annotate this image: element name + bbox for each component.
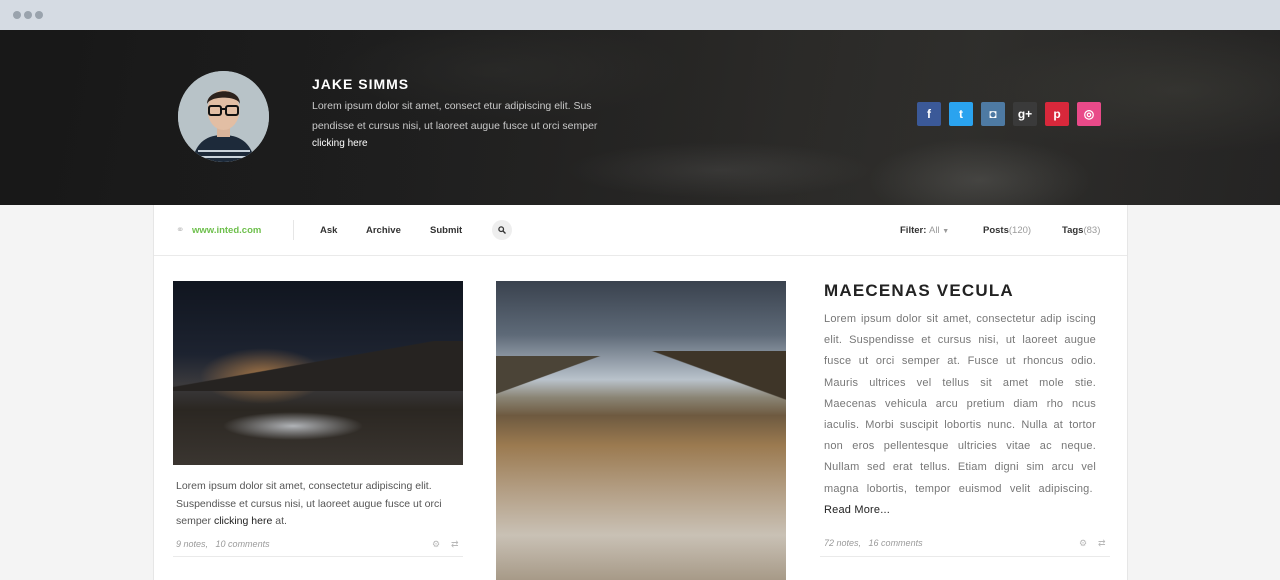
reblog-icon[interactable]: ⇄ <box>1098 538 1106 549</box>
window-dot-icon <box>35 11 43 19</box>
browser-chrome <box>0 0 1280 30</box>
read-more-link[interactable]: Read More... <box>824 504 890 516</box>
window-dot-icon <box>24 11 32 19</box>
settings-icon[interactable]: ⚙ <box>1079 538 1087 549</box>
comments-count[interactable]: 10 comments <box>216 539 270 549</box>
nav-divider <box>293 220 294 240</box>
nav-submit[interactable]: Submit <box>430 225 462 236</box>
filter-dropdown[interactable]: Filter: All ▼ <box>900 225 949 236</box>
post-body: Lorem ipsum dolor sit amet, consectetur … <box>824 309 1096 521</box>
avatar[interactable] <box>178 71 269 162</box>
profile-header: JAKE SIMMS Lorem ipsum dolor sit amet, c… <box>0 30 1280 205</box>
search-icon <box>498 226 506 234</box>
caret-down-icon: ▼ <box>942 228 950 235</box>
post-meta: 9 notes, 10 comments <box>176 539 270 549</box>
comments-count[interactable]: 16 comments <box>869 538 923 548</box>
nav-archive[interactable]: Archive <box>366 225 401 236</box>
social-links: f t ◘ g+ p ◎ <box>917 102 1101 126</box>
facebook-icon[interactable]: f <box>917 102 941 126</box>
notes-count[interactable]: 9 notes, <box>176 539 208 549</box>
post-excerpt: Lorem ipsum dolor sit amet, consectetur … <box>176 478 451 531</box>
profile-bio: Lorem ipsum dolor sit amet, consect etur… <box>312 100 598 132</box>
profile-link[interactable]: clicking here <box>312 138 368 149</box>
settings-icon[interactable]: ⚙ <box>432 539 440 550</box>
post-title[interactable]: MAECENAS VECULA <box>824 281 1014 301</box>
site-link[interactable]: www.inted.com <box>192 225 261 236</box>
instagram-icon[interactable]: ◘ <box>981 102 1005 126</box>
tags-count: (83) <box>1083 225 1101 236</box>
pinterest-icon[interactable]: p <box>1045 102 1069 126</box>
window-dot-icon <box>13 11 21 19</box>
posts-link[interactable]: Posts(120) <box>983 225 1031 236</box>
filter-value: All <box>929 225 940 236</box>
post-meta: 72 notes, 16 comments <box>824 538 923 548</box>
post-image-valley[interactable] <box>496 281 786 580</box>
twitter-icon[interactable]: t <box>949 102 973 126</box>
post-excerpt-end: at. <box>272 515 287 527</box>
profile-name: JAKE SIMMS <box>312 76 410 92</box>
reblog-icon[interactable]: ⇄ <box>451 539 459 550</box>
post-excerpt-link[interactable]: clicking here <box>214 515 272 527</box>
link-icon: ⚭ <box>176 225 185 236</box>
notes-count[interactable]: 72 notes, <box>824 538 861 548</box>
posts-count: (120) <box>1008 225 1032 236</box>
posts-label: Posts <box>983 225 1009 236</box>
tags-link[interactable]: Tags(83) <box>1062 225 1100 236</box>
tags-label: Tags <box>1062 225 1084 236</box>
post-image-night-landscape[interactable] <box>173 281 463 465</box>
google-plus-icon[interactable]: g+ <box>1013 102 1037 126</box>
nav-ask[interactable]: Ask <box>320 225 337 236</box>
dribbble-icon[interactable]: ◎ <box>1077 102 1101 126</box>
blog-nav: ⚭ www.inted.com Ask Archive Submit Filte… <box>154 205 1127 256</box>
post-body-text: Lorem ipsum dolor sit amet, consectetur … <box>824 313 1096 495</box>
filter-label: Filter: <box>900 225 927 236</box>
search-button[interactable] <box>492 220 512 240</box>
main-content: ⚭ www.inted.com Ask Archive Submit Filte… <box>153 205 1128 580</box>
